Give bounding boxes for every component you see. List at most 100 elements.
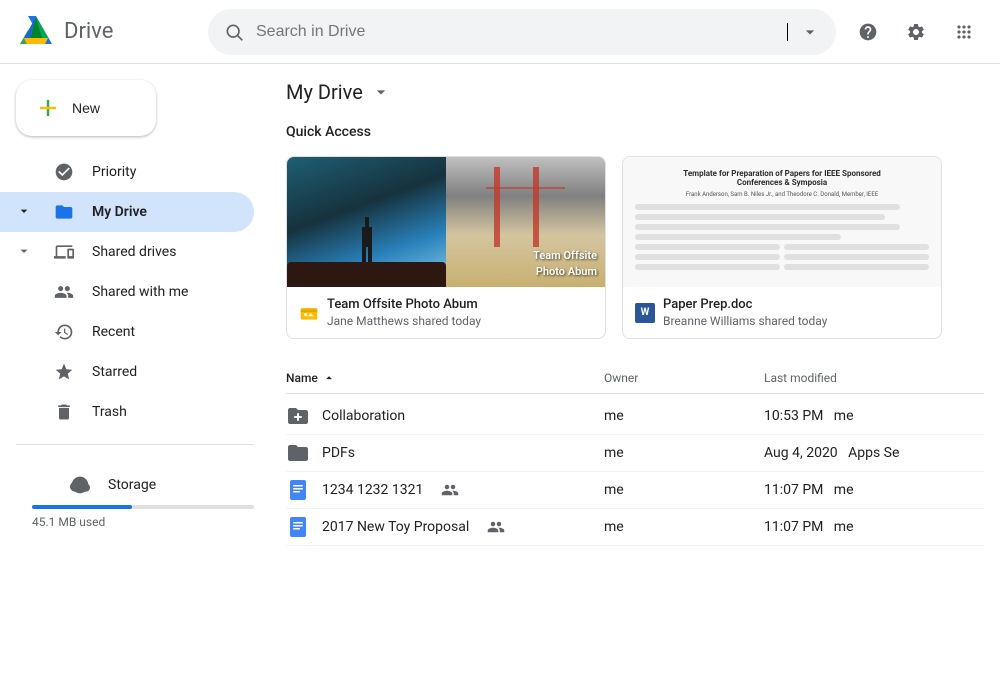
header-icons xyxy=(848,12,984,52)
team-offsite-details: Team Offsite Photo Abum Jane Matthews sh… xyxy=(327,297,593,328)
paper-prep-meta: Breanne Williams shared today xyxy=(663,314,929,328)
photo-overlay-text: Team OffsitePhoto Abum xyxy=(533,248,597,279)
quick-access-card-team-offsite[interactable]: Team OffsitePhoto Abum Team Offsite P xyxy=(286,156,606,339)
drive-logo-icon xyxy=(16,12,56,52)
my-drive-icon xyxy=(52,200,76,224)
help-icon xyxy=(858,22,878,42)
doc-line-4 xyxy=(635,234,841,240)
file-name-cell-collaboration: Collaboration xyxy=(286,404,604,428)
doc-line-1 xyxy=(635,204,900,210)
team-offsite-info: Team Offsite Photo Abum Jane Matthews sh… xyxy=(287,287,605,338)
word-icon-letter: W xyxy=(641,307,650,318)
search-bar[interactable] xyxy=(208,9,836,55)
expand-arrow-my-drive xyxy=(16,203,36,222)
drive-title-dropdown-icon[interactable] xyxy=(371,82,391,102)
file-list-header: Name Owner Last modified xyxy=(286,363,984,394)
column-name-label: Name xyxy=(286,371,318,385)
paper-prep-thumbnail: Template for Preparation of Papers for I… xyxy=(623,157,941,287)
file-name-doc1232: 1234 1232 1321 xyxy=(322,482,423,498)
doc-line-5 xyxy=(635,244,780,250)
folder-icon-pdfs xyxy=(286,441,310,465)
help-button[interactable] xyxy=(848,12,888,52)
main-content: My Drive Quick Access xyxy=(270,64,1000,696)
sidebar-item-label-my-drive: My Drive xyxy=(92,204,238,220)
doc-inner-author: Frank Anderson, Sam B. Niles Jr., and Th… xyxy=(635,191,929,198)
file-modified-doc1232: 11:07 PM me xyxy=(764,482,984,498)
sidebar-item-shared-drives[interactable]: Shared drives xyxy=(0,232,254,272)
slides-folder-icon xyxy=(299,303,319,323)
sidebar-item-trash[interactable]: Trash xyxy=(0,392,254,432)
sidebar-item-label-starred: Starred xyxy=(92,364,238,380)
apps-button[interactable] xyxy=(944,12,984,52)
storage-bar-fill xyxy=(32,505,132,509)
file-owner-collaboration: me xyxy=(604,408,764,424)
file-modified-pdfs: Aug 4, 2020 Apps Se xyxy=(764,445,984,461)
sidebar-item-storage[interactable]: Storage xyxy=(16,465,238,505)
column-name[interactable]: Name xyxy=(286,371,604,385)
search-dropdown-icon[interactable] xyxy=(800,22,820,42)
search-cursor xyxy=(787,23,788,41)
new-button[interactable]: New xyxy=(16,80,156,136)
bridge-cable xyxy=(486,187,566,189)
starred-icon xyxy=(52,360,76,384)
sidebar-item-recent[interactable]: Recent xyxy=(0,312,254,352)
file-modified-collaboration: 10:53 PM me xyxy=(764,408,984,424)
storage-icon xyxy=(68,473,92,497)
sidebar-item-label-recent: Recent xyxy=(92,324,238,340)
quick-access-title: Quick Access xyxy=(286,124,984,140)
file-name-pdfs: PDFs xyxy=(322,445,355,461)
file-row-toy-proposal[interactable]: 2017 New Toy Proposal me 11:07 PM me xyxy=(286,509,984,546)
quick-access-card-paper-prep[interactable]: Template for Preparation of Papers for I… xyxy=(622,156,942,339)
plus-icon xyxy=(36,96,60,120)
shared-with-me-icon xyxy=(52,280,76,304)
shared-people-icon-doc1232 xyxy=(441,481,459,499)
doc-inner-title: Template for Preparation of Papers for I… xyxy=(635,169,929,187)
priority-icon xyxy=(52,160,76,184)
file-row-collaboration[interactable]: Collaboration me 10:53 PM me xyxy=(286,398,984,435)
file-name-collaboration: Collaboration xyxy=(322,408,405,424)
search-input[interactable] xyxy=(256,23,774,41)
sidebar-item-label-shared-with-me: Shared with me xyxy=(92,284,238,300)
sidebar-item-my-drive[interactable]: My Drive xyxy=(0,192,254,232)
recent-icon xyxy=(52,320,76,344)
search-icon xyxy=(224,22,244,42)
doc-line-7 xyxy=(635,264,780,270)
file-name-cell-doc1232: 1234 1232 1321 xyxy=(286,478,604,502)
doc-icon-toy-proposal xyxy=(286,515,310,539)
quick-access-section: Team OffsitePhoto Abum Team Offsite P xyxy=(286,156,984,339)
word-icon: W xyxy=(635,303,655,323)
file-row-doc1232[interactable]: 1234 1232 1321 me 11:07 PM me xyxy=(286,472,984,509)
team-offsite-thumbnail: Team OffsitePhoto Abum xyxy=(287,157,605,287)
doc-line-8 xyxy=(784,244,929,250)
sidebar-item-label-priority: Priority xyxy=(92,164,238,180)
paper-prep-details: Paper Prep.doc Breanne Williams shared t… xyxy=(663,297,929,328)
doc-line-2 xyxy=(635,214,885,220)
body: New Priority xyxy=(0,64,1000,696)
storage-section: Storage 45.1 MB used xyxy=(0,457,270,551)
file-row-pdfs[interactable]: PDFs me Aug 4, 2020 Apps Se xyxy=(286,435,984,472)
storage-used-label: 45.1 MB used xyxy=(32,515,254,529)
sidebar-storage-label: Storage xyxy=(108,477,222,493)
photo-panel-1 xyxy=(287,157,446,287)
team-offsite-name: Team Offsite Photo Abum xyxy=(327,297,593,312)
sort-asc-icon xyxy=(322,371,336,385)
doc-line-6 xyxy=(635,254,780,260)
settings-button[interactable] xyxy=(896,12,936,52)
doc-col-2 xyxy=(784,244,929,274)
column-last-modified: Last modified xyxy=(764,371,984,385)
file-modified-toy-proposal: 11:07 PM me xyxy=(764,519,984,535)
sidebar-item-starred[interactable]: Starred xyxy=(0,352,254,392)
doc-col-1 xyxy=(635,244,780,274)
new-button-label: New xyxy=(72,100,100,116)
settings-icon xyxy=(906,22,926,42)
column-modified-label: Last modified xyxy=(764,371,837,385)
sidebar-item-shared-with-me[interactable]: Shared with me xyxy=(0,272,254,312)
file-name-cell-pdfs: PDFs xyxy=(286,441,604,465)
sidebar-item-priority[interactable]: Priority xyxy=(0,152,254,192)
sidebar-item-label-shared-drives: Shared drives xyxy=(92,244,238,260)
grid-icon xyxy=(954,22,974,42)
sidebar-item-label-trash: Trash xyxy=(92,404,238,420)
drive-header: My Drive xyxy=(286,64,984,112)
paper-prep-info: W Paper Prep.doc Breanne Williams shared… xyxy=(623,287,941,338)
rocks xyxy=(287,262,446,287)
